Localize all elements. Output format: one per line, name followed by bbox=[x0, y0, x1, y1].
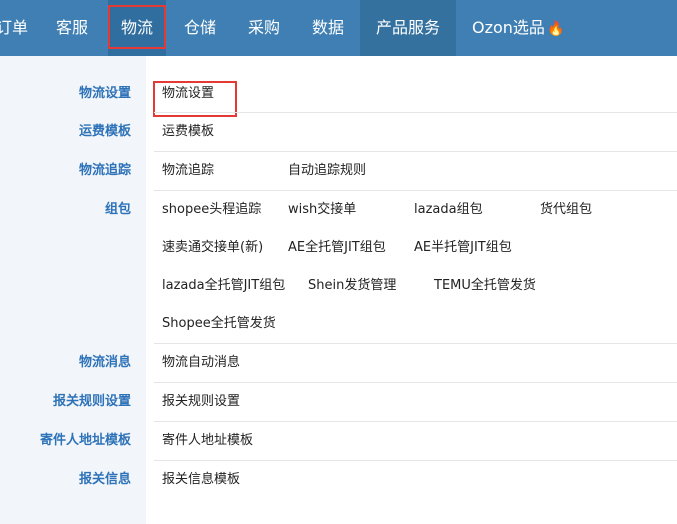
nav-item-product-services[interactable]: 产品服务 bbox=[360, 0, 456, 56]
nav-item-orders[interactable]: 订单 bbox=[0, 0, 28, 56]
link-lazada-full-jit-packing[interactable]: lazada全托管JIT组包 bbox=[162, 278, 285, 294]
nav-item-purchase[interactable]: 采购 bbox=[248, 0, 280, 56]
divider bbox=[154, 151, 677, 152]
logistics-dropdown-panel: 物流设置 物流设置 运费模板 运费模板 物流追踪 物流追踪 自动追踪规则 组包 … bbox=[0, 56, 677, 524]
category-tracking[interactable]: 物流追踪 bbox=[79, 163, 131, 179]
link-auto-tracking-rules[interactable]: 自动追踪规则 bbox=[288, 163, 366, 179]
link-aliexpress-handover-new[interactable]: 速卖通交接单(新) bbox=[162, 240, 263, 256]
top-navigation-bar: 订单 客服 物流 仓储 采购 数据 产品服务 Ozon选品 🔥 bbox=[0, 0, 677, 56]
link-shein-shipment[interactable]: Shein发货管理 bbox=[308, 278, 396, 294]
category-customs-info[interactable]: 报关信息 bbox=[79, 472, 131, 488]
link-logistics-settings[interactable]: 物流设置 bbox=[162, 86, 214, 102]
category-freight-template[interactable]: 运费模板 bbox=[79, 124, 131, 140]
link-auto-logistics-message[interactable]: 物流自动消息 bbox=[162, 355, 240, 371]
link-shopee-first-leg-tracking[interactable]: shopee头程追踪 bbox=[162, 202, 261, 218]
category-packing[interactable]: 组包 bbox=[105, 202, 131, 218]
nav-item-customer-service[interactable]: 客服 bbox=[56, 0, 88, 56]
divider bbox=[154, 343, 677, 344]
nav-item-ozon-selection[interactable]: Ozon选品 🔥 bbox=[472, 0, 564, 56]
category-sender-address[interactable]: 寄件人地址模板 bbox=[40, 433, 131, 449]
link-forwarder-packing[interactable]: 货代组包 bbox=[540, 202, 592, 218]
nav-item-warehouse[interactable]: 仓储 bbox=[184, 0, 216, 56]
nav-item-ozon-label: Ozon选品 bbox=[472, 18, 545, 37]
divider bbox=[154, 460, 677, 461]
nav-item-logistics[interactable]: 物流 bbox=[108, 0, 166, 56]
link-ae-semi-jit-packing[interactable]: AE半托管JIT组包 bbox=[414, 240, 512, 256]
link-tracking[interactable]: 物流追踪 bbox=[162, 163, 214, 179]
link-customs-rules[interactable]: 报关规则设置 bbox=[162, 394, 240, 410]
category-customs-rules[interactable]: 报关规则设置 bbox=[53, 394, 131, 410]
divider bbox=[154, 382, 677, 383]
divider bbox=[154, 190, 677, 191]
fire-icon: 🔥 bbox=[546, 21, 565, 37]
category-logistics-settings[interactable]: 物流设置 bbox=[79, 86, 131, 102]
divider bbox=[154, 421, 677, 422]
link-customs-info-template[interactable]: 报关信息模板 bbox=[162, 472, 240, 488]
link-wish-handover[interactable]: wish交接单 bbox=[288, 202, 356, 218]
divider bbox=[154, 112, 677, 113]
category-logistics-messages[interactable]: 物流消息 bbox=[79, 355, 131, 371]
link-ae-full-jit-packing[interactable]: AE全托管JIT组包 bbox=[288, 240, 386, 256]
link-shopee-full-shipment[interactable]: Shopee全托管发货 bbox=[162, 316, 276, 332]
link-freight-template[interactable]: 运费模板 bbox=[162, 124, 214, 140]
nav-item-data[interactable]: 数据 bbox=[312, 0, 344, 56]
link-temu-full-shipment[interactable]: TEMU全托管发货 bbox=[434, 278, 536, 294]
link-lazada-packing[interactable]: lazada组包 bbox=[414, 202, 483, 218]
link-sender-address-template[interactable]: 寄件人地址模板 bbox=[162, 433, 253, 449]
